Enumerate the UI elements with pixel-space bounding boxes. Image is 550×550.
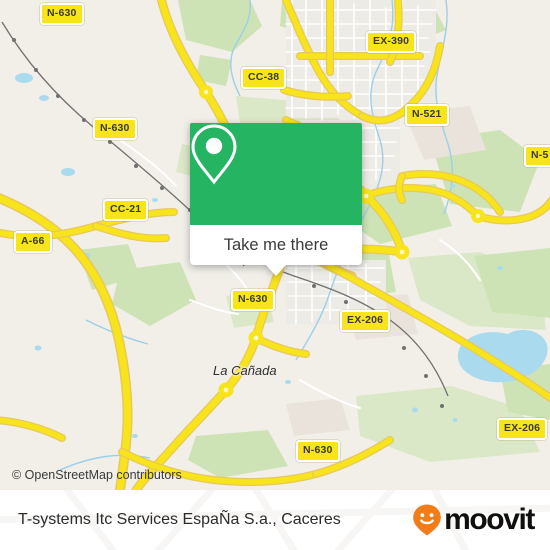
map-pin-icon bbox=[191, 124, 237, 185]
moovit-pin-icon bbox=[413, 504, 441, 536]
page-title: T-systems Itc Services EspaÑa S.a., Cace… bbox=[18, 511, 341, 528]
road-shield-n5-clipped[interactable]: N-5 bbox=[524, 145, 550, 167]
road-shield-ex390[interactable]: EX-390 bbox=[366, 31, 417, 53]
card-header bbox=[190, 123, 362, 225]
moovit-logo[interactable]: moovit bbox=[412, 503, 535, 537]
card-pointer-tail bbox=[265, 264, 287, 276]
card-action-bar[interactable]: Take me there bbox=[190, 225, 362, 276]
map-canvas[interactable]: .rd { fill:none; stroke:#f7e41a; stroke-… bbox=[0, 0, 550, 490]
place-label-la-canada: La Cañada bbox=[213, 363, 277, 378]
road-shield-cc21[interactable]: CC-21 bbox=[103, 199, 149, 221]
footer-bar: T-systems Itc Services EspaÑa S.a., Cace… bbox=[0, 490, 550, 550]
osm-attribution[interactable]: © OpenStreetMap contributors bbox=[12, 468, 182, 482]
road-shield-n521[interactable]: N-521 bbox=[405, 104, 449, 126]
take-me-there-label: Take me there bbox=[223, 235, 329, 254]
road-shield-cc38[interactable]: CC-38 bbox=[241, 67, 287, 89]
road-shield-n630-left[interactable]: N-630 bbox=[93, 118, 137, 140]
road-shield-n630-bottom[interactable]: N-630 bbox=[296, 440, 340, 462]
road-shield-n630-center[interactable]: N-630 bbox=[231, 289, 275, 311]
moovit-map-page: .rd { fill:none; stroke:#f7e41a; stroke-… bbox=[0, 0, 550, 550]
road-shield-a66[interactable]: A-66 bbox=[14, 231, 52, 253]
road-shield-ex206-right[interactable]: EX-206 bbox=[497, 418, 548, 440]
road-shield-n630-top[interactable]: N-630 bbox=[40, 3, 84, 25]
take-me-there-card[interactable]: Take me there bbox=[190, 123, 362, 276]
moovit-wordmark: moovit bbox=[444, 503, 535, 536]
road-shield-ex206-upper[interactable]: EX-206 bbox=[340, 310, 391, 332]
